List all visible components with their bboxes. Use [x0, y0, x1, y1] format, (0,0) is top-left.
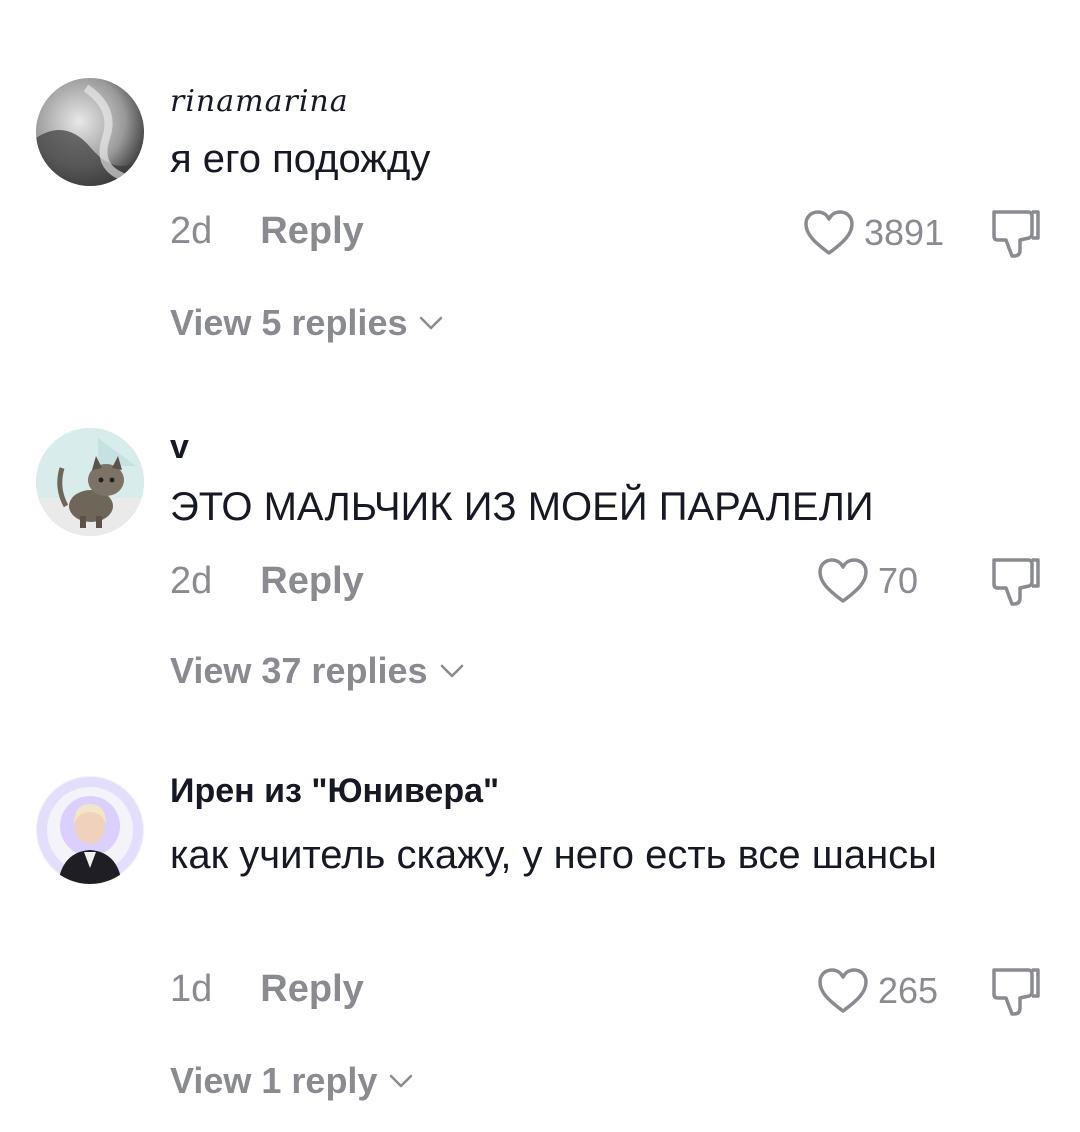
view-replies-button[interactable]: View 1 reply [170, 1060, 415, 1102]
comment-text: как учитель скажу, у него есть все шансы [170, 833, 937, 877]
comment-time: 1d [170, 968, 213, 1010]
dislike-button[interactable] [988, 962, 1044, 1018]
comment-item: Ирен из "Юнивера" как учитель скажу, у н… [0, 0, 1080, 1132]
comment-username[interactable]: Ирен из "Юнивера" [170, 772, 499, 811]
chevron-down-icon [390, 1074, 413, 1088]
avatar[interactable] [36, 776, 144, 884]
view-replies-label: View 1 reply [170, 1060, 378, 1101]
avatar-image [36, 776, 144, 884]
heart-outline-icon [818, 968, 868, 1013]
thumbs-down-icon [992, 968, 1040, 1016]
like-count: 265 [878, 970, 939, 1011]
reply-button[interactable]: Reply [260, 968, 363, 1011]
comment-meta: 1d Reply [170, 968, 364, 1011]
like-button[interactable]: 265 [816, 966, 938, 1016]
